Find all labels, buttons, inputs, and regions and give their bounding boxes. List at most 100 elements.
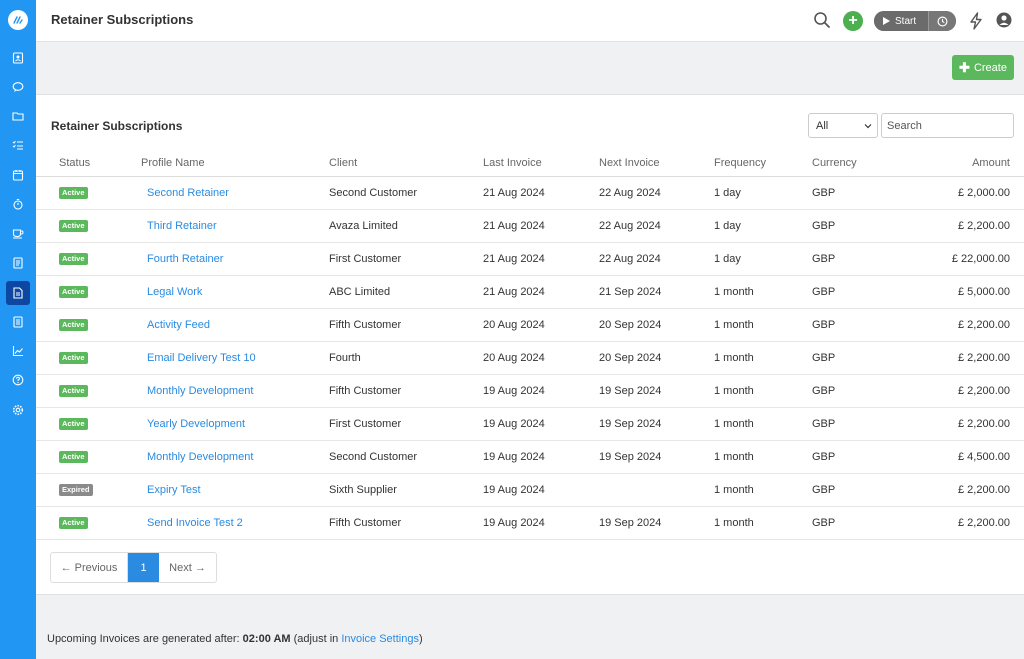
next-invoice-cell: 22 Aug 2024 [599,176,714,210]
frequency-cell: 1 month [714,473,812,507]
status-badge: Active [59,516,88,530]
column-header-status[interactable]: Status [36,151,136,177]
action-toolbar: ✚ Create [36,42,1024,95]
folder-icon[interactable] [8,106,28,126]
next-invoice-cell: 19 Sep 2024 [599,407,714,441]
table-row[interactable]: Active Monthly Development Second Custom… [36,440,1024,474]
status-badge: Active [59,252,88,266]
tasks-icon[interactable] [8,135,28,155]
subscriptions-icon[interactable] [6,281,30,305]
next-invoice-cell: 19 Sep 2024 [599,374,714,408]
top-header: Retainer Subscriptions + Start [36,0,1024,42]
column-header-currency[interactable]: Currency [812,151,892,177]
profile-name-link[interactable]: Legal Work [147,286,202,298]
table-row[interactable]: Active Second Retainer Second Customer 2… [36,176,1024,210]
client-cell: Fifth Customer [329,506,483,540]
last-invoice-cell: 19 Aug 2024 [483,374,599,408]
column-header-next-invoice[interactable]: Next Invoice [599,151,714,177]
help-icon[interactable] [8,370,28,390]
profile-name-link[interactable]: Monthly Development [147,451,253,463]
client-cell: Fourth [329,341,483,375]
table-row[interactable]: Active Legal Work ABC Limited 21 Aug 202… [36,275,1024,309]
calendar-icon[interactable] [8,165,28,185]
table-row[interactable]: Active Monthly Development Fifth Custome… [36,374,1024,408]
profile-name-link[interactable]: Second Retainer [147,187,229,199]
bolt-icon[interactable] [968,12,984,30]
column-header-last-invoice[interactable]: Last Invoice [483,151,599,177]
previous-page-button[interactable]: ← Previous [51,553,128,582]
currency-cell: GBP [812,242,892,276]
chat-icon[interactable] [8,77,28,97]
footer-suffix: ) [418,633,423,645]
currency-cell: GBP [812,176,892,210]
status-badge: Active [59,186,88,200]
frequency-cell: 1 month [714,341,812,375]
user-avatar-icon[interactable] [996,12,1012,28]
search-icon[interactable] [813,11,831,29]
profile-name-link[interactable]: Send Invoice Test 2 [147,517,243,529]
panel-title: Retainer Subscriptions [51,119,183,133]
amount-cell: £ 2,200.00 [892,473,1024,507]
table-row[interactable]: Active Third Retainer Avaza Limited 21 A… [36,209,1024,243]
amount-cell: £ 2,000.00 [892,176,1024,210]
client-cell: Fifth Customer [329,374,483,408]
timesheet-clock-button[interactable] [928,11,956,31]
coffee-icon[interactable] [8,223,28,243]
client-cell: Second Customer [329,176,483,210]
timer-icon[interactable] [8,194,28,214]
last-invoice-cell: 21 Aug 2024 [483,176,599,210]
search-input[interactable] [881,113,1014,138]
amount-cell: £ 2,200.00 [892,407,1024,441]
last-invoice-cell: 19 Aug 2024 [483,440,599,474]
start-timer-button[interactable]: Start [874,11,928,31]
document-icon[interactable] [8,312,28,332]
reports-icon[interactable] [8,341,28,361]
column-header-frequency[interactable]: Frequency [714,151,812,177]
profile-name-link[interactable]: Third Retainer [147,220,217,232]
status-badge: Active [59,351,88,365]
invoice-settings-link[interactable]: Invoice Settings [341,633,419,645]
next-invoice-cell: 22 Aug 2024 [599,209,714,243]
profile-name-link[interactable]: Email Delivery Test 10 [147,352,256,364]
profile-name-link[interactable]: Monthly Development [147,385,253,397]
contacts-icon[interactable] [8,48,28,68]
table-row[interactable]: Active Email Delivery Test 10 Fourth 20 … [36,341,1024,375]
next-invoice-cell: 21 Sep 2024 [599,275,714,309]
status-filter-select[interactable]: All [808,113,878,138]
profile-name-link[interactable]: Activity Feed [147,319,210,331]
sidebar [0,0,36,659]
quick-add-button[interactable]: + [843,11,863,31]
currency-cell: GBP [812,473,892,507]
profile-name-link[interactable]: Expiry Test [147,484,201,496]
page-1-button[interactable]: 1 [128,553,159,582]
subscriptions-panel: Retainer Subscriptions All Status Profil… [36,95,1024,595]
pagination: ← Previous 1 Next → [50,552,217,583]
amount-cell: £ 22,000.00 [892,242,1024,276]
column-header-amount[interactable]: Amount [892,151,1024,177]
column-header-profile-name[interactable]: Profile Name [136,151,329,177]
table-row[interactable]: Expired Expiry Test Sixth Supplier 19 Au… [36,473,1024,507]
logo-icon[interactable] [8,10,28,30]
amount-cell: £ 4,500.00 [892,440,1024,474]
next-page-button[interactable]: Next → [159,553,216,582]
profile-name-link[interactable]: Yearly Development [147,418,245,430]
create-button[interactable]: ✚ Create [952,55,1014,80]
start-label: Start [895,15,917,27]
next-invoice-cell [599,473,714,507]
last-invoice-cell: 20 Aug 2024 [483,308,599,342]
footer-note: Upcoming Invoices are generated after: 0… [47,633,423,645]
table-row[interactable]: Active Send Invoice Test 2 Fifth Custome… [36,506,1024,540]
table-row[interactable]: Active Yearly Development First Customer… [36,407,1024,441]
clock-icon [937,16,948,26]
settings-icon[interactable] [8,400,28,420]
table-row[interactable]: Active Activity Feed Fifth Customer 20 A… [36,308,1024,342]
last-invoice-cell: 19 Aug 2024 [483,473,599,507]
last-invoice-cell: 21 Aug 2024 [483,275,599,309]
profile-name-link[interactable]: Fourth Retainer [147,253,223,265]
table-row[interactable]: Active Fourth Retainer First Customer 21… [36,242,1024,276]
invoice-icon[interactable] [8,253,28,273]
last-invoice-cell: 20 Aug 2024 [483,341,599,375]
page-title: Retainer Subscriptions [51,12,194,27]
status-badge: Active [59,285,88,299]
column-header-client[interactable]: Client [329,151,483,177]
